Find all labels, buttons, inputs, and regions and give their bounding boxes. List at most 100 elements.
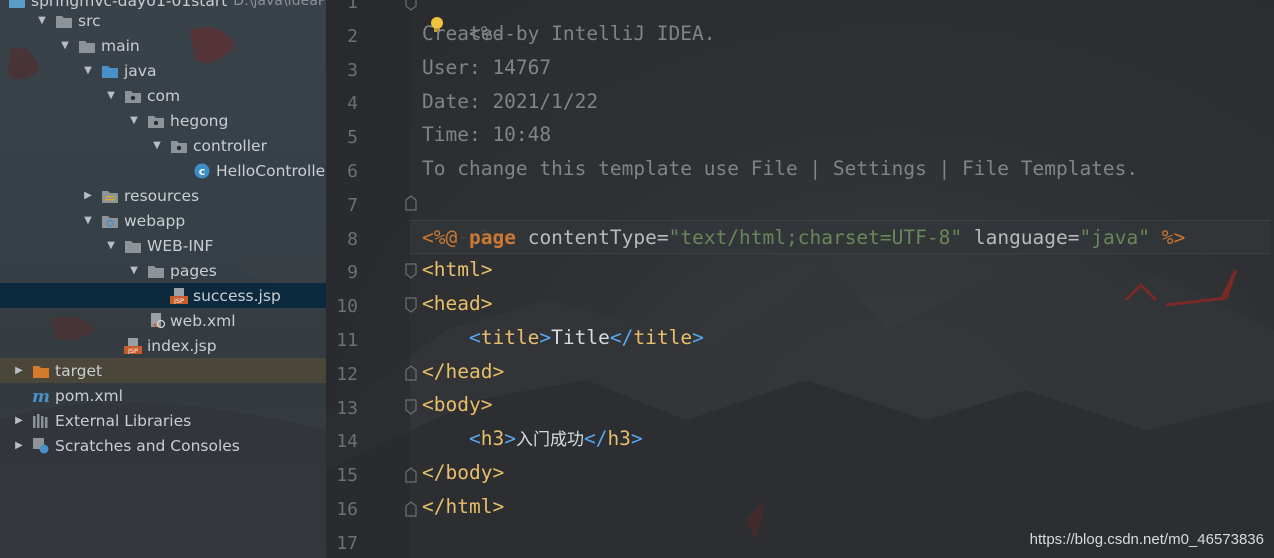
tree-item-hellocontroller[interactable]: c HelloController (0, 158, 326, 183)
tree-item-label: webapp (124, 211, 186, 230)
tree-item-com[interactable]: ▼ com (0, 83, 326, 108)
maven-icon: m (32, 388, 50, 404)
tree-item-resources[interactable]: ▶ resources (0, 183, 326, 208)
tag-name: title (480, 326, 540, 349)
tree-item-target[interactable]: ▶ target (0, 358, 326, 383)
code-line-10[interactable]: <head> (422, 287, 492, 321)
fold-marker-icon[interactable] (404, 466, 418, 484)
tree-item-web-xml[interactable]: < web.xml (0, 308, 326, 333)
tree-item-external-libraries[interactable]: ▶ External Libraries (0, 408, 326, 433)
tree-item-main[interactable]: ▼ main (0, 33, 326, 58)
expand-arrow-down-icon[interactable]: ▼ (150, 140, 164, 151)
tree-item-web-inf[interactable]: ▼ WEB-INF (0, 233, 326, 258)
tree-item-label: src (78, 11, 101, 30)
package-icon (147, 113, 165, 129)
line-number: 3 (347, 59, 358, 81)
line-number: 1 (347, 0, 358, 13)
package-icon (124, 88, 142, 104)
expand-arrow-down-icon[interactable]: ▼ (35, 15, 49, 26)
collapse-arrow-right-icon[interactable]: ▶ (12, 365, 26, 376)
text-content: Title (551, 326, 610, 349)
tree-item-controller[interactable]: ▼ controller (0, 133, 326, 158)
line-number: 7 (347, 194, 358, 216)
resources-folder-icon (101, 188, 119, 204)
collapse-arrow-right-icon[interactable]: ▶ (12, 415, 26, 426)
comment-text: Date: 2021/1/22 (422, 90, 599, 113)
collapse-arrow-right-icon[interactable]: ▶ (81, 190, 95, 201)
fold-marker-icon[interactable] (404, 296, 418, 314)
expand-arrow-down-icon[interactable]: ▼ (127, 265, 141, 276)
line-number: 10 (336, 296, 358, 318)
code-line-1[interactable]: <%-- (422, 0, 516, 45)
line-number: 5 (347, 127, 358, 149)
line-number: 14 (336, 431, 358, 453)
folder-icon (147, 263, 165, 279)
tree-item-label: Scratches and Consoles (55, 436, 240, 455)
fold-marker-icon[interactable] (404, 398, 418, 416)
code-line-13[interactable]: <body> (422, 388, 492, 422)
tree-item-scratches-and-consoles[interactable]: ▶ Scratches and Consoles (0, 433, 326, 458)
expand-arrow-down-icon[interactable]: ▼ (104, 240, 118, 251)
code-line-9[interactable]: <html> (422, 253, 492, 287)
code-line-11[interactable]: <title>Title</title> (422, 321, 704, 355)
code-line-7[interactable]: --%> (410, 186, 504, 248)
line-number: 9 (347, 262, 358, 284)
tag-name: head (433, 292, 481, 315)
tree-item-label: web.xml (170, 311, 236, 330)
tree-item-label: HelloController (216, 161, 326, 180)
tree-item-label: index.jsp (147, 336, 217, 355)
code-line-6[interactable]: To change this template use File | Setti… (422, 152, 1138, 186)
fold-marker-icon[interactable] (404, 500, 418, 518)
tag-name: h3 (607, 427, 631, 450)
attr-value: "text/html;charset=UTF-8" (668, 226, 963, 249)
code-line-16[interactable]: </html> (422, 490, 504, 524)
code-line-3[interactable]: User: 14767 (422, 51, 551, 85)
package-icon (170, 138, 188, 154)
code-line-4[interactable]: Date: 2021/1/22 (422, 85, 598, 119)
line-number: 17 (336, 532, 358, 554)
tree-item-src[interactable]: ▼ src (0, 8, 326, 33)
attr-name: contentType (527, 226, 657, 249)
expand-arrow-down-icon[interactable]: ▼ (127, 115, 141, 126)
tree-item-label: hegong (170, 111, 229, 130)
expand-arrow-down-icon[interactable]: ▼ (58, 40, 72, 51)
line-number: 11 (336, 330, 358, 351)
code-line-14[interactable]: <h3>入门成功</h3> (422, 422, 643, 456)
tag-name: body (433, 393, 481, 416)
tag-name: html (433, 258, 481, 281)
text-content: 入门成功 (515, 430, 584, 450)
code-line-8[interactable]: <%@ page contentType="text/html;charset=… (410, 220, 1270, 254)
tree-item-label: java (124, 61, 157, 80)
svg-text:m: m (32, 388, 50, 404)
code-line-12[interactable]: </head> (422, 355, 504, 389)
collapse-arrow-right-icon[interactable]: ▶ (12, 440, 26, 451)
folder-icon (78, 38, 96, 54)
expand-arrow-down-icon[interactable]: ▼ (104, 90, 118, 101)
tree-item-success-jsp[interactable]: JSP success.jsp (0, 283, 326, 308)
code-line-5[interactable]: Time: 10:48 (422, 118, 551, 152)
expand-arrow-down-icon[interactable]: ▼ (81, 65, 95, 76)
tree-item-webapp[interactable]: ▼ webapp (0, 208, 326, 233)
fold-marker-icon[interactable] (404, 0, 418, 12)
tree-item-pages[interactable]: ▼ pages (0, 258, 326, 283)
tree-item-java[interactable]: ▼ java (0, 58, 326, 83)
scratches-icon (32, 437, 50, 454)
code-line-15[interactable]: </body> (422, 456, 504, 490)
tree-item-label: pages (170, 261, 217, 280)
folder-icon (124, 238, 142, 254)
tree-item-label: success.jsp (193, 286, 281, 305)
line-number: 4 (347, 93, 358, 115)
code-line-2[interactable]: Created by IntelliJ IDEA. (422, 17, 716, 51)
line-number: 16 (336, 499, 358, 520)
line-number: 2 (347, 25, 358, 47)
code-editor[interactable]: 1 2 3 4 5 6 7 8 9 10 11 12 13 14 15 16 17 <%-- Created b… (326, 0, 1274, 558)
tree-item-pom-xml[interactable]: m pom.xml (0, 383, 326, 408)
tag-name: body (445, 461, 493, 484)
excluded-folder-icon (32, 363, 50, 379)
tree-item-label: WEB-INF (147, 236, 214, 255)
tree-item-hegong[interactable]: ▼ hegong (0, 108, 326, 133)
tree-item-index-jsp[interactable]: JSP index.jsp (0, 333, 326, 358)
fold-marker-icon[interactable] (404, 364, 418, 382)
expand-arrow-down-icon[interactable]: ▼ (81, 215, 95, 226)
line-number: 15 (336, 465, 358, 487)
